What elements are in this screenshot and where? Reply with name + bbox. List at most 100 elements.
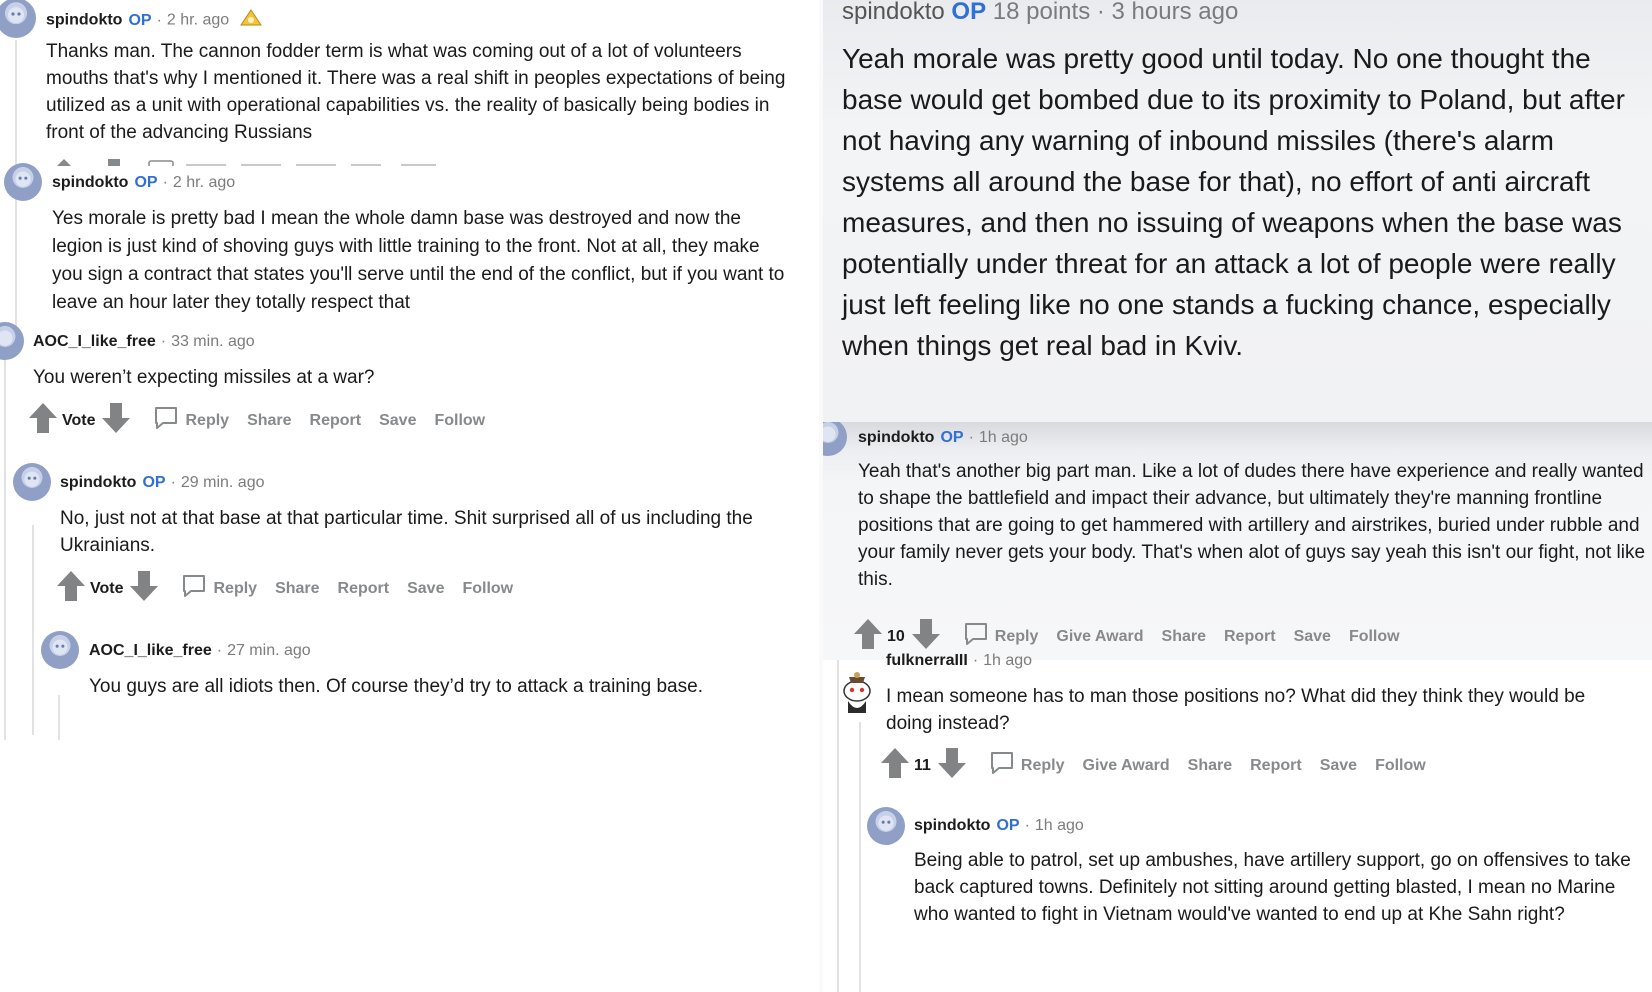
vote-score: 10	[887, 627, 905, 645]
panel-divider	[819, 0, 823, 992]
comment-actions: 10 Reply Give Award Share Report Save Fo…	[853, 618, 1418, 655]
follow-button[interactable]: Follow	[1349, 628, 1400, 646]
upvote-arrow-icon[interactable]	[56, 570, 86, 607]
comment-body: Yeah that's another big part man. Like a…	[858, 461, 1646, 590]
snoo-avatar-icon[interactable]	[867, 807, 905, 845]
comment-meta: spindokto OP · 29 min. ago	[60, 474, 265, 491]
timestamp[interactable]: 33 min. ago	[171, 333, 255, 350]
op-badge: OP	[951, 0, 987, 25]
report-button[interactable]: Report	[1250, 757, 1302, 775]
comment-meta: AOC_I_like_free · 27 min. ago	[89, 642, 311, 659]
save-button[interactable]: Save	[407, 580, 444, 598]
vote-label: Vote	[90, 579, 124, 597]
award-icon	[239, 9, 262, 32]
reply-button[interactable]: Reply	[1021, 757, 1065, 775]
username[interactable]: spindokto	[60, 474, 136, 491]
follow-button[interactable]: Follow	[1375, 757, 1426, 775]
snoo-costume-avatar-icon[interactable]	[837, 669, 877, 713]
comment-bubble-icon[interactable]	[181, 573, 207, 604]
op-badge: OP	[142, 474, 166, 491]
save-button[interactable]: Save	[1320, 757, 1357, 775]
comment-actions: Vote Reply Share Report Save Follow	[56, 570, 531, 607]
comment-body: Yeah morale was pretty good until today.…	[842, 43, 1625, 361]
report-button[interactable]: Report	[1224, 628, 1276, 646]
save-button[interactable]: Save	[1294, 628, 1331, 646]
thread-line	[32, 525, 34, 735]
username[interactable]: spindokto	[858, 429, 934, 446]
comment-body: You weren’t expecting missiles at a war?	[33, 367, 375, 388]
op-badge: OP	[134, 174, 158, 191]
username[interactable]: spindokto	[46, 12, 122, 29]
comment-bubble-icon[interactable]	[963, 621, 989, 652]
follow-button[interactable]: Follow	[434, 412, 485, 430]
comment-meta: spindokto OP · 1h ago	[914, 817, 1084, 834]
downvote-arrow-icon[interactable]	[937, 747, 967, 784]
clipped-action-row	[46, 154, 466, 166]
report-button[interactable]: Report	[338, 580, 390, 598]
reply-button[interactable]: Reply	[185, 412, 229, 430]
downvote-arrow-icon[interactable]	[101, 402, 131, 439]
timestamp[interactable]: 29 min. ago	[181, 474, 265, 491]
username[interactable]: fulknerraIII	[886, 652, 968, 669]
comment-bubble-icon[interactable]	[153, 405, 179, 436]
thread-line	[4, 360, 6, 740]
vote-label: Vote	[62, 411, 96, 429]
snoo-avatar-icon[interactable]	[41, 631, 79, 669]
comment-body: I mean someone has to man those position…	[886, 686, 1586, 734]
comment-meta: fulknerraIII · 1h ago	[886, 652, 1033, 669]
downvote-arrow-icon[interactable]	[129, 570, 159, 607]
timestamp[interactable]: 2 hr. ago	[173, 174, 235, 191]
comment-body: Yes morale is pretty bad I mean the whol…	[52, 208, 785, 313]
follow-button[interactable]: Follow	[462, 580, 513, 598]
snoo-avatar-icon[interactable]	[0, 322, 24, 360]
op-badge: OP	[128, 11, 152, 29]
share-button[interactable]: Share	[247, 412, 291, 430]
report-button[interactable]: Report	[310, 412, 362, 430]
username[interactable]: spindokto	[52, 174, 128, 191]
comment-body: Thanks man. The cannon fodder term is wh…	[46, 41, 786, 143]
upvote-arrow-icon[interactable]	[853, 618, 883, 655]
comment-meta: spindokto OP 18 points · 3 hours ago	[842, 0, 1239, 25]
give-award-button[interactable]: Give Award	[1083, 757, 1170, 775]
comment-body: No, just not at that base at that partic…	[60, 508, 753, 556]
op-badge: OP	[996, 817, 1020, 834]
downvote-arrow-icon[interactable]	[911, 618, 941, 655]
snoo-avatar-icon[interactable]	[823, 422, 847, 456]
bottom-right-panel: spindokto OP · 1h ago Yeah that's another b…	[823, 422, 1652, 992]
reply-button[interactable]: Reply	[213, 580, 257, 598]
share-button[interactable]: Share	[275, 580, 319, 598]
timestamp[interactable]: 1h ago	[979, 429, 1028, 446]
give-award-button[interactable]: Give Award	[1056, 628, 1143, 646]
comment-meta: spindokto OP · 2 hr. ago	[46, 9, 262, 32]
comment-body: Being able to patrol, set up ambushes, h…	[914, 850, 1631, 925]
timestamp[interactable]: 1h ago	[983, 652, 1032, 669]
snoo-avatar-icon[interactable]	[0, 0, 36, 38]
snoo-avatar-icon[interactable]	[13, 463, 51, 501]
save-button[interactable]: Save	[379, 412, 416, 430]
upvote-arrow-icon[interactable]	[28, 402, 58, 439]
share-button[interactable]: Share	[1188, 757, 1232, 775]
timestamp[interactable]: 27 min. ago	[227, 642, 311, 659]
thread-line	[859, 722, 861, 992]
comment-meta: spindokto OP · 1h ago	[858, 429, 1028, 446]
share-button[interactable]: Share	[1162, 628, 1206, 646]
thread-line	[58, 695, 60, 740]
timestamp[interactable]: 1h ago	[1035, 817, 1084, 834]
username[interactable]: spindokto	[914, 817, 990, 834]
timestamp[interactable]: 3 hours ago	[1112, 0, 1239, 25]
points: 18 points	[992, 0, 1091, 25]
comment-actions: Vote Reply Share Report Save Follow	[28, 402, 503, 439]
top-right-panel: spindokto OP 18 points · 3 hours ago Yea…	[823, 0, 1652, 422]
comment-body: You guys are all idiots then. Of course …	[89, 676, 703, 697]
username[interactable]: AOC_I_like_free	[89, 642, 212, 659]
comment-meta: spindokto OP · 2 hr. ago	[52, 174, 236, 191]
username[interactable]: AOC_I_like_free	[33, 333, 156, 350]
op-badge: OP	[940, 429, 964, 446]
username[interactable]: spindokto	[842, 0, 945, 25]
upvote-arrow-icon[interactable]	[880, 747, 910, 784]
comment-meta: AOC_I_like_free · 33 min. ago	[33, 333, 255, 350]
timestamp[interactable]: 2 hr. ago	[167, 12, 229, 29]
reply-button[interactable]: Reply	[995, 628, 1039, 646]
comment-bubble-icon[interactable]	[989, 750, 1015, 781]
snoo-avatar-icon[interactable]	[4, 163, 42, 201]
